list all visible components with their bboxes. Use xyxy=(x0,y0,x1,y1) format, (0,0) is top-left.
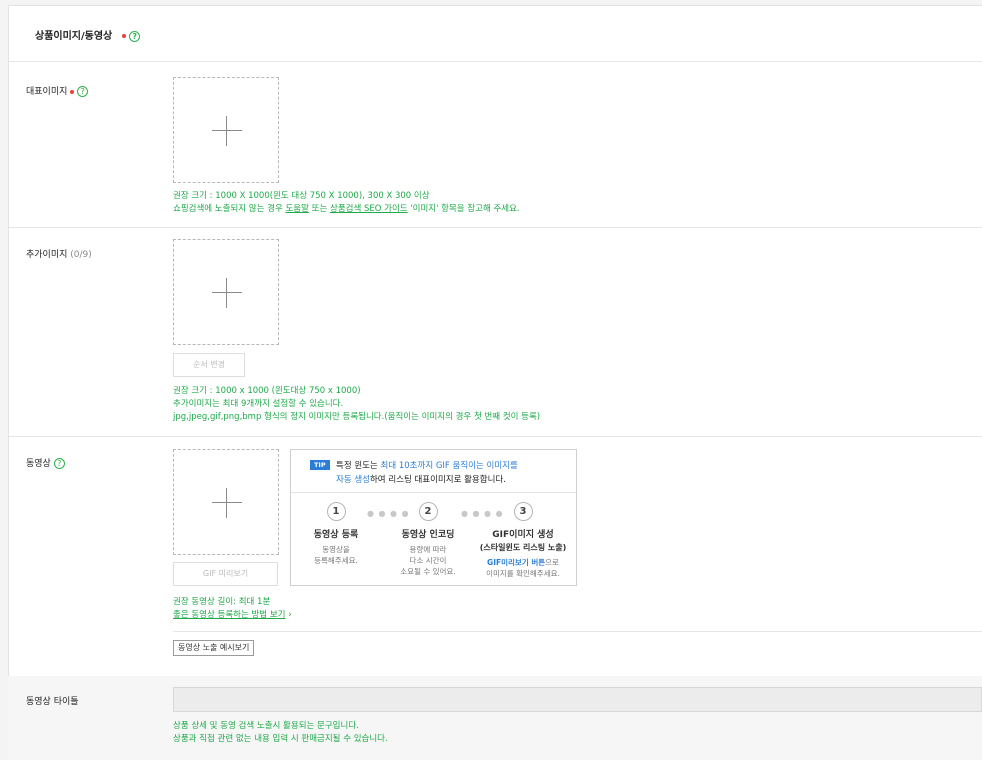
reorder-button[interactable]: 순서 변경 xyxy=(173,353,245,377)
extra-image-label: 추가이미지 (0/9) xyxy=(26,250,92,260)
plus-icon xyxy=(212,292,242,293)
divider xyxy=(8,227,982,228)
divider xyxy=(173,631,982,632)
product-media-panel: 상품이미지/동영상 ? xyxy=(8,5,982,760)
video-title-guide: 상품 상세 및 동영 검색 노출시 활용되는 문구입니다. 상품과 직접 관련 … xyxy=(173,721,388,744)
help-icon[interactable]: ? xyxy=(53,458,65,469)
plus-icon xyxy=(212,130,242,131)
gif-tip-box: TIP 특정 윈도는 최대 10초까지 GIF 움직이는 이미지를 자동 생성하… xyxy=(290,449,577,586)
video-title-label: 동영상 타이틀 xyxy=(26,697,79,707)
step-desc: 용량에 따라 다소 시간이 소요될 수 있어요. xyxy=(400,545,456,576)
section-title: 상품이미지/동영상 ? xyxy=(35,27,141,42)
section-header: 상품이미지/동영상 ? xyxy=(9,6,982,62)
step-title: 동영상 등록 xyxy=(313,530,359,540)
main-image-upload-button[interactable] xyxy=(173,77,279,183)
required-dot xyxy=(70,89,75,94)
step-desc: 동영상을 등록해주세요. xyxy=(314,545,358,565)
tip-badge: TIP xyxy=(310,460,330,470)
step-number: 1 xyxy=(326,502,346,521)
step-title: GIF이미지 생성 xyxy=(492,530,554,540)
tip-text: 특정 윈도는 최대 10초까지 GIF 움직이는 이미지를 자동 생성하여 리스… xyxy=(336,461,518,485)
step-3: 3 GIF이미지 생성 (스타일윈도 리스팅 노출) GIF미리보기 버튼으로 … xyxy=(475,502,571,579)
plus-icon xyxy=(212,502,242,503)
help-icon[interactable]: ? xyxy=(129,30,141,42)
help-link[interactable]: 도움말 xyxy=(285,204,308,214)
divider xyxy=(8,436,982,437)
step-desc: GIF미리보기 버튼으로 이미지를 확인해주세요. xyxy=(486,558,560,578)
chevron-right-icon: › xyxy=(288,610,292,620)
extra-image-upload-button[interactable] xyxy=(173,239,279,345)
video-exposure-preview-button[interactable]: 동영상 노출 예시보기 xyxy=(173,640,255,656)
main-image-guide: 권장 크기 : 1000 X 1000(윈도 대상 750 X 1000), 3… xyxy=(173,191,520,214)
seo-guide-link[interactable]: 상품검색 SEO 가이드 xyxy=(330,204,408,214)
help-icon[interactable]: ? xyxy=(77,86,89,97)
video-label: 동영상 ? xyxy=(26,456,65,469)
extra-image-guide: 권장 크기 : 1000 x 1000 (윈도대상 750 x 1000) 추가… xyxy=(173,386,541,422)
step-number: 3 xyxy=(513,502,533,521)
video-guide: 권장 동영상 길이: 최대 1분 좋은 동영상 등록하는 방법 보기 › xyxy=(173,597,292,620)
required-dot xyxy=(121,34,126,38)
video-title-input[interactable] xyxy=(173,687,982,712)
video-upload-button[interactable] xyxy=(173,449,279,555)
step-subtitle: (스타일윈도 리스팅 노출) xyxy=(479,543,567,552)
good-video-guide-link[interactable]: 좋은 동영상 등록하는 방법 보기 xyxy=(173,610,285,620)
step-2: 2 동영상 인코딩 용량에 따라 다소 시간이 소요될 수 있어요. xyxy=(383,502,473,577)
step-number: 2 xyxy=(418,502,438,521)
gif-preview-button[interactable]: GIF 미리보기 xyxy=(173,562,278,586)
main-image-label: 대표이미지 ? xyxy=(26,84,89,97)
step-title: 동영상 인코딩 xyxy=(401,530,455,540)
divider xyxy=(291,492,576,493)
